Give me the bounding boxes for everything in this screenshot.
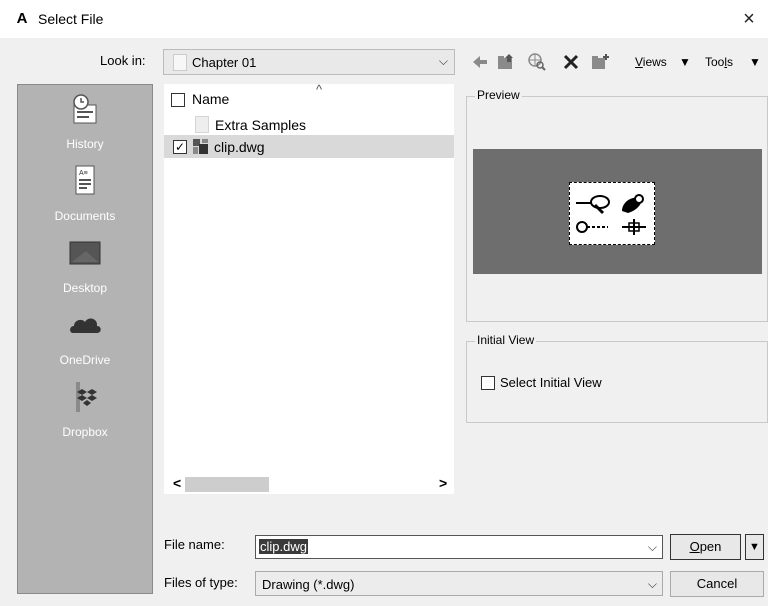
chevron-down-icon[interactable]: ⌵: [648, 577, 657, 592]
folder-icon: [195, 116, 209, 133]
files-of-type-combo[interactable]: Drawing (*.dwg) ⌵: [255, 571, 663, 596]
files-of-type-label: Files of type:: [164, 575, 238, 590]
tools-menu[interactable]: Tools: [705, 55, 733, 69]
item-name: clip.dwg: [214, 139, 265, 155]
file-list[interactable]: Name ^ Extra Samples ✓ clip.dwg < >: [164, 82, 454, 494]
close-button[interactable]: ×: [736, 6, 762, 32]
chevron-down-icon[interactable]: ⌵: [439, 54, 448, 69]
place-dropbox[interactable]: Dropbox: [18, 381, 152, 439]
sort-ascending-icon: ^: [316, 82, 323, 97]
place-label: Desktop: [62, 281, 108, 295]
open-button[interactable]: Open: [670, 534, 741, 560]
views-dropdown-icon[interactable]: ▼: [679, 55, 691, 69]
drawing-thumbnail: [569, 182, 655, 245]
svg-text:A≡: A≡: [79, 170, 88, 177]
list-item[interactable]: Extra Samples: [164, 113, 454, 135]
documents-icon: A≡: [68, 165, 102, 197]
new-folder-icon[interactable]: [590, 52, 610, 72]
title-bar: A Select File ×: [0, 0, 768, 38]
place-documents[interactable]: A≡ Documents: [18, 165, 152, 223]
initial-view-group: Initial View Select Initial View: [466, 333, 768, 423]
views-menu[interactable]: Views: [635, 55, 667, 69]
item-name: Extra Samples: [215, 117, 307, 133]
select-initial-view-checkbox[interactable]: [481, 376, 495, 390]
look-in-combo[interactable]: Chapter 01 ⌵: [163, 49, 455, 75]
preview-canvas: [473, 149, 762, 274]
up-folder-icon[interactable]: [496, 52, 516, 72]
places-bar: History A≡ Documents Desktop OneDrive Dr…: [17, 84, 153, 594]
file-name-value[interactable]: clip.dwg: [259, 539, 308, 554]
select-file-dialog: A Select File × Look in: Chapter 01 ⌵ Vi…: [0, 0, 768, 606]
history-icon: [68, 93, 102, 125]
onedrive-cloud-icon: [68, 309, 102, 341]
dropbox-icon: [68, 381, 102, 413]
place-onedrive[interactable]: OneDrive: [18, 309, 152, 367]
place-label: History: [66, 137, 104, 151]
horizontal-scrollbar[interactable]: < >: [164, 474, 454, 494]
place-label: Dropbox: [62, 425, 108, 439]
select-initial-view-label[interactable]: Select Initial View: [500, 375, 602, 390]
search-web-icon[interactable]: [527, 52, 547, 72]
file-name-label: File name:: [164, 537, 225, 552]
scroll-thumb[interactable]: [185, 477, 269, 492]
select-all-checkbox[interactable]: [171, 93, 185, 107]
open-options-dropdown-icon[interactable]: ▼: [745, 534, 764, 560]
place-desktop[interactable]: Desktop: [18, 237, 152, 295]
list-item[interactable]: ✓ clip.dwg: [164, 135, 454, 158]
preview-group: Preview: [466, 88, 768, 322]
delete-icon[interactable]: [561, 52, 581, 72]
place-label: Documents: [54, 209, 116, 223]
back-arrow-icon[interactable]: [470, 52, 490, 72]
tools-dropdown-icon[interactable]: ▼: [749, 55, 761, 69]
autocad-app-icon: A: [16, 10, 28, 27]
folder-icon: [173, 54, 187, 71]
place-history[interactable]: History: [18, 93, 152, 151]
scroll-left-icon[interactable]: <: [173, 475, 181, 491]
window-title: Select File: [38, 11, 104, 27]
files-of-type-value: Drawing (*.dwg): [262, 577, 355, 592]
place-label: OneDrive: [59, 353, 111, 367]
item-checkbox[interactable]: ✓: [173, 140, 187, 154]
cancel-button[interactable]: Cancel: [670, 571, 764, 597]
chevron-down-icon[interactable]: ⌵: [648, 540, 657, 555]
look-in-value: Chapter 01: [192, 55, 257, 70]
dwg-file-icon: [193, 139, 209, 154]
preview-legend: Preview: [475, 88, 522, 102]
look-in-label: Look in:: [100, 53, 146, 68]
column-header-name[interactable]: Name: [192, 91, 229, 107]
scroll-right-icon[interactable]: >: [439, 475, 447, 491]
desktop-icon: [68, 237, 102, 269]
initial-view-legend: Initial View: [475, 333, 537, 347]
file-name-input[interactable]: clip.dwg ⌵: [255, 535, 663, 559]
